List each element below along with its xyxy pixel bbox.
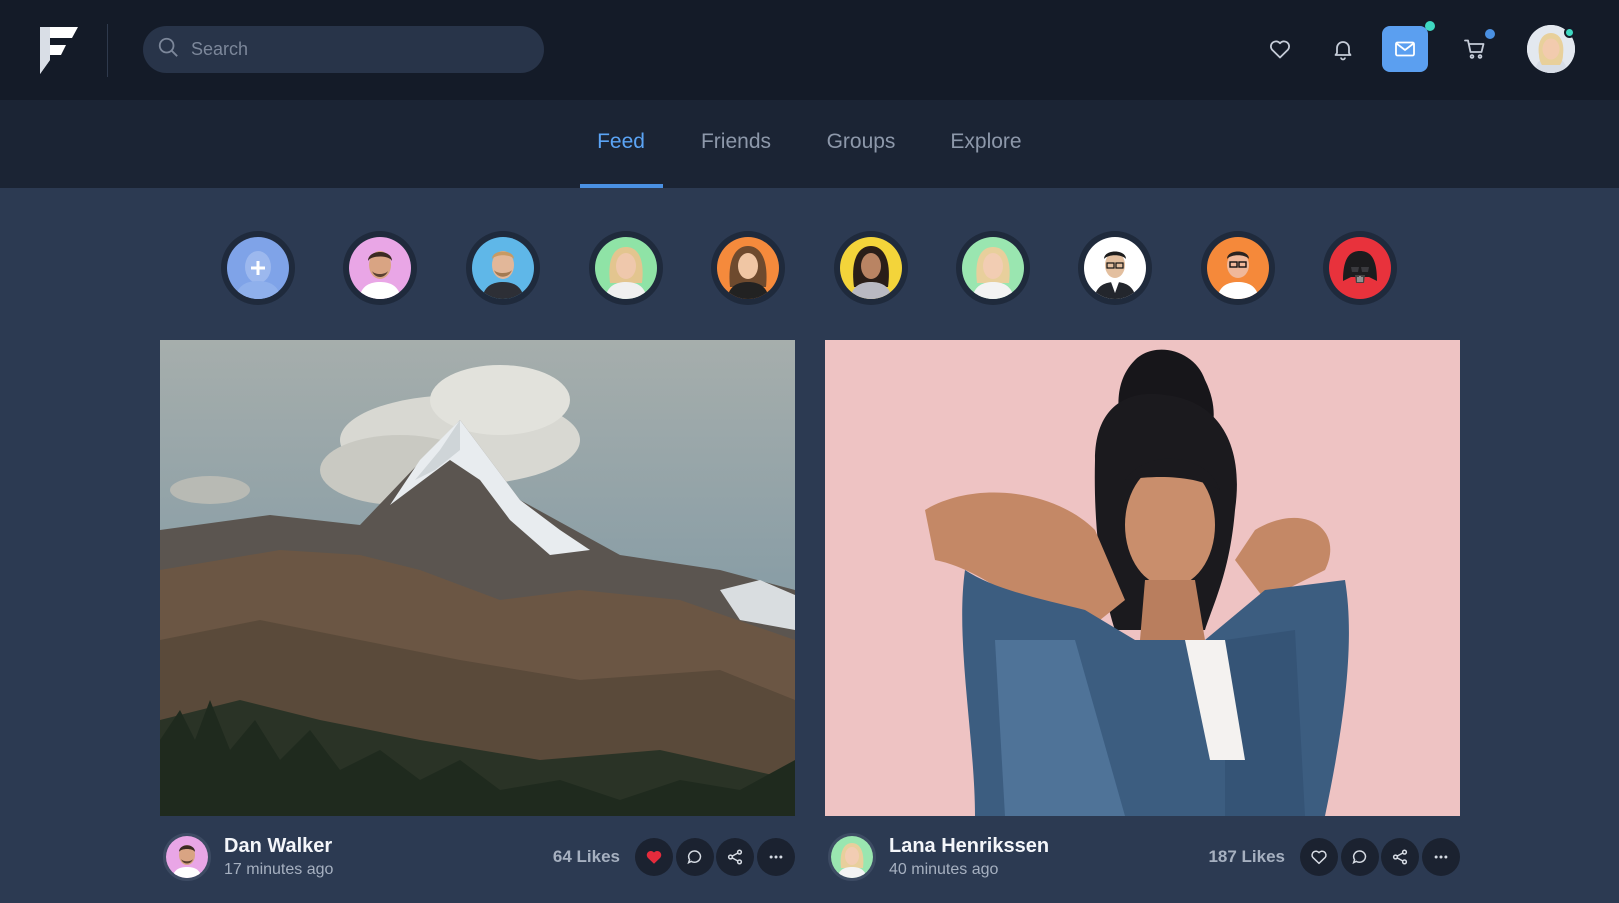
top-navbar [0, 0, 1619, 100]
story-avatar[interactable] [589, 231, 663, 305]
share-button[interactable] [1381, 838, 1419, 876]
post-time: 40 minutes ago [889, 861, 999, 878]
author-name[interactable]: Dan Walker [224, 835, 332, 858]
comment-button[interactable] [676, 838, 714, 876]
comment-button[interactable] [1341, 838, 1379, 876]
heart-icon [1311, 850, 1327, 865]
tab-friends[interactable]: Friends [700, 130, 772, 154]
post-footer: Dan Walker 17 minutes ago 64 Likes [160, 829, 795, 884]
story-avatar[interactable] [711, 231, 785, 305]
cart-notification-dot [1485, 29, 1495, 39]
share-icon [1392, 849, 1408, 865]
add-story-button[interactable] [221, 231, 295, 305]
likes-count: 64 Likes [552, 847, 620, 866]
like-button[interactable] [1300, 838, 1338, 876]
more-options-button[interactable] [1422, 838, 1460, 876]
active-tab-indicator [580, 184, 663, 188]
like-button[interactable] [635, 838, 673, 876]
more-icon [1434, 855, 1448, 859]
bell-icon[interactable] [1320, 26, 1366, 72]
post-image-portrait[interactable] [825, 340, 1460, 816]
tab-feed[interactable]: Feed [580, 130, 662, 154]
story-avatar[interactable] [1323, 231, 1397, 305]
share-icon [727, 849, 743, 865]
heart-icon [646, 850, 662, 864]
online-status-dot [1564, 27, 1575, 38]
more-icon [769, 855, 783, 859]
heart-icon[interactable] [1257, 26, 1303, 72]
mail-notification-dot [1425, 21, 1435, 31]
tab-explore[interactable]: Explore [948, 130, 1024, 154]
tab-groups[interactable]: Groups [826, 130, 896, 154]
brand-f-logo-icon[interactable] [38, 25, 80, 75]
search-bar[interactable] [143, 26, 544, 73]
post-footer: Lana Henrikssen 40 minutes ago 187 Likes [825, 829, 1460, 884]
mail-icon[interactable] [1382, 26, 1428, 72]
story-avatar[interactable] [343, 231, 417, 305]
share-button[interactable] [716, 838, 754, 876]
author-avatar[interactable] [828, 833, 876, 881]
comment-icon [687, 850, 702, 865]
post-time: 17 minutes ago [224, 861, 334, 878]
main-tabs: Feed Friends Groups Explore [0, 100, 1619, 188]
story-avatar[interactable] [1201, 231, 1275, 305]
likes-count: 187 Likes [1208, 847, 1285, 866]
comment-icon [1352, 850, 1367, 865]
story-avatar[interactable] [466, 231, 540, 305]
story-avatar[interactable] [834, 231, 908, 305]
search-input[interactable] [191, 39, 521, 60]
logo-divider [107, 24, 108, 77]
story-avatar[interactable] [1078, 231, 1152, 305]
author-avatar[interactable] [163, 833, 211, 881]
author-name[interactable]: Lana Henrikssen [889, 835, 1049, 858]
post-image-mountain[interactable] [160, 340, 795, 816]
story-avatar[interactable] [956, 231, 1030, 305]
search-icon [157, 36, 179, 63]
more-options-button[interactable] [757, 838, 795, 876]
